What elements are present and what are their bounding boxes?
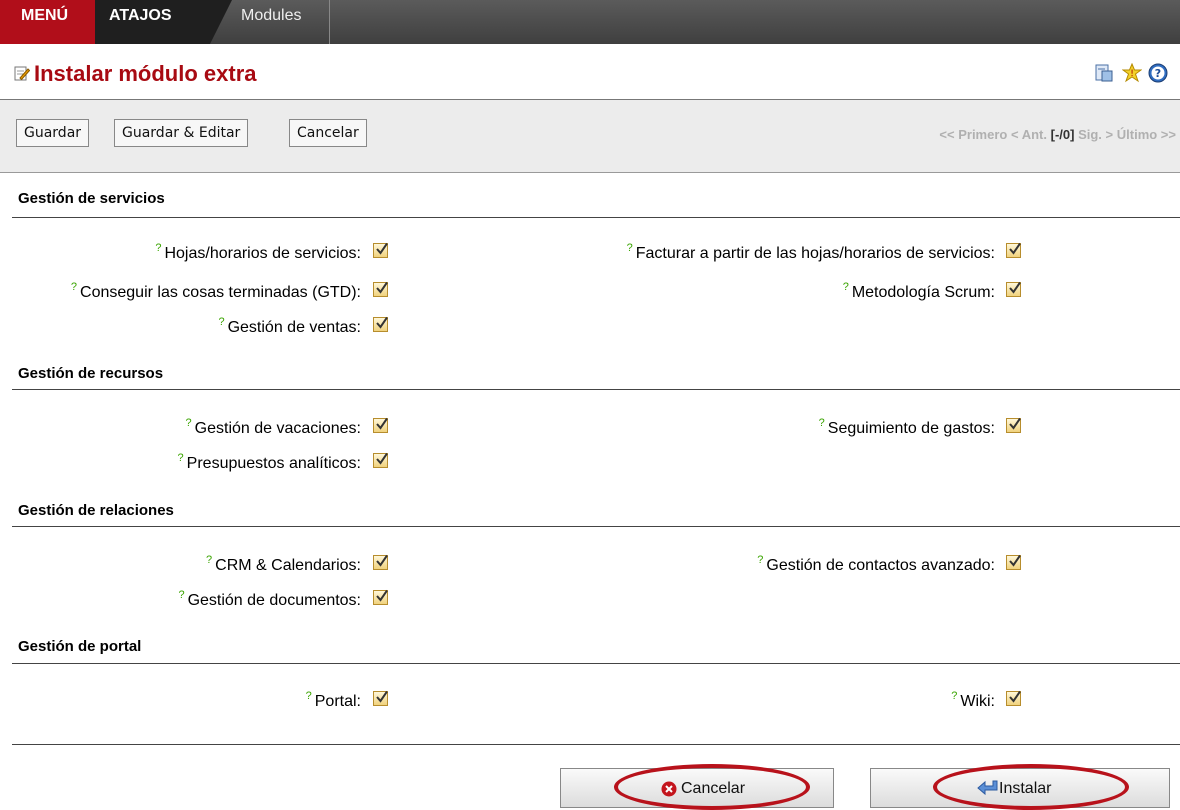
help-mark[interactable]: ? (951, 690, 957, 702)
field-label: Seguimiento de gastos: (827, 420, 995, 437)
checkbox-crm[interactable] (373, 554, 388, 570)
checkbox-gtd[interactable] (373, 281, 388, 297)
section-divider (12, 389, 1180, 390)
check-icon (376, 589, 388, 602)
field-ventas: ? Gestión de ventas: (218, 316, 361, 337)
check-icon (376, 417, 388, 430)
checkbox-gastos[interactable] (1006, 417, 1021, 433)
checkbox-portal[interactable] (373, 690, 388, 706)
check-icon (376, 316, 388, 329)
field-crm: ? CRM & Calendarios: (206, 554, 361, 575)
field-portal: ? Portal: (306, 690, 361, 711)
field-label: Conseguir las cosas terminadas (GTD): (80, 284, 361, 301)
save-edit-button[interactable]: Guardar & Editar (114, 119, 249, 147)
pager-last[interactable]: Último >> (1117, 127, 1176, 142)
help-mark[interactable]: ? (757, 554, 763, 566)
check-icon (1009, 690, 1021, 703)
help-mark[interactable]: ? (843, 281, 849, 293)
checkbox-presupuestos[interactable] (373, 452, 388, 468)
save-button[interactable]: Guardar (16, 119, 90, 147)
translate-icon[interactable] (1094, 63, 1114, 83)
debug-icon[interactable]: ! (1121, 62, 1143, 83)
field-gtd: ? Conseguir las cosas terminadas (GTD): (71, 281, 361, 302)
field-label: Portal: (314, 693, 361, 710)
checkbox-contactos[interactable] (1006, 554, 1021, 570)
toolbar: Guardar Guardar & Editar Cancelar << Pri… (0, 100, 1180, 173)
help-mark[interactable]: ? (178, 589, 184, 601)
check-icon (376, 281, 388, 294)
section-title-portal: Gestión de portal (18, 638, 142, 655)
checkbox-ventas[interactable] (373, 316, 388, 332)
pager-next[interactable]: Sig. > (1078, 127, 1113, 142)
check-icon (1009, 417, 1021, 430)
help-mark[interactable]: ? (206, 554, 212, 566)
field-hojas-horarios: ? Hojas/horarios de servicios: (155, 242, 361, 263)
highlight-ellipse (614, 764, 810, 810)
checkbox-documentos[interactable] (373, 589, 388, 605)
help-mark[interactable]: ? (819, 417, 825, 429)
check-icon (376, 690, 388, 703)
pager: << Primero < Ant. [-/0] Sig. > Último >> (939, 127, 1176, 142)
field-documentos: ? Gestión de documentos: (178, 589, 361, 610)
section-divider (12, 663, 1180, 664)
help-mark[interactable]: ? (71, 281, 77, 293)
svg-text:?: ? (1155, 67, 1161, 80)
tab-menu[interactable]: MENÚ (0, 0, 95, 44)
section-title-servicios: Gestión de servicios (18, 190, 165, 207)
field-facturar: ? Facturar a partir de las hojas/horarios… (627, 242, 995, 263)
pager-prev[interactable]: < Ant. (1011, 127, 1047, 142)
footer-divider (12, 744, 1180, 745)
field-label: Gestión de ventas: (227, 319, 361, 336)
section-divider (12, 526, 1180, 527)
top-menubar: MENÚ ATAJOS Modules (0, 0, 1180, 44)
checkbox-hojas-horarios[interactable] (373, 242, 388, 258)
check-icon (376, 452, 388, 465)
field-presupuestos: ? Presupuestos analíticos: (178, 452, 361, 473)
tab-modules[interactable]: Modules (225, 0, 330, 44)
page-title: Instalar módulo extra (34, 61, 257, 86)
help-icon[interactable]: ? (1148, 63, 1168, 83)
field-label: CRM & Calendarios: (215, 557, 361, 574)
field-label: Hojas/horarios de servicios: (164, 245, 361, 262)
check-icon (376, 554, 388, 567)
help-mark[interactable]: ? (218, 316, 224, 328)
field-label: Wiki: (960, 693, 995, 710)
checkbox-vacaciones[interactable] (373, 417, 388, 433)
field-scrum: ? Metodología Scrum: (843, 281, 995, 302)
help-mark[interactable]: ? (186, 417, 192, 429)
checkbox-facturar[interactable] (1006, 242, 1021, 258)
check-icon (1009, 242, 1021, 255)
title-row: Instalar módulo extra ! ? (0, 44, 1180, 100)
pager-first[interactable]: << Primero (939, 127, 1007, 142)
help-mark[interactable]: ? (155, 242, 161, 254)
checkbox-scrum[interactable] (1006, 281, 1021, 297)
cancel-button[interactable]: Cancelar (289, 119, 367, 147)
highlight-ellipse (933, 764, 1129, 810)
help-mark[interactable]: ? (306, 690, 312, 702)
section-title-recursos: Gestión de recursos (18, 365, 164, 382)
tab-atajos[interactable]: ATAJOS (95, 0, 232, 44)
field-label: Metodología Scrum: (851, 284, 995, 301)
field-gastos: ? Seguimiento de gastos: (819, 417, 995, 438)
field-label: Gestión de documentos: (187, 592, 361, 609)
edit-document-icon (14, 65, 31, 81)
section-divider (12, 217, 1180, 218)
field-contactos: ? Gestión de contactos avanzado: (757, 554, 995, 575)
pager-position: [-/0] (1050, 127, 1075, 142)
field-wiki: ? Wiki: (951, 690, 995, 711)
checkbox-wiki[interactable] (1006, 690, 1021, 706)
help-mark[interactable]: ? (627, 242, 633, 254)
field-label: Gestión de vacaciones: (194, 420, 361, 437)
field-vacaciones: ? Gestión de vacaciones: (186, 417, 361, 438)
field-label: Facturar a partir de las hojas/horarios … (635, 245, 995, 262)
field-label: Presupuestos analíticos: (186, 455, 361, 472)
field-label: Gestión de contactos avanzado: (766, 557, 995, 574)
check-icon (376, 242, 388, 255)
check-icon (1009, 281, 1021, 294)
check-icon (1009, 554, 1021, 567)
help-mark[interactable]: ? (178, 452, 184, 464)
svg-text:!: ! (1130, 69, 1134, 79)
section-title-relaciones: Gestión de relaciones (18, 502, 174, 519)
